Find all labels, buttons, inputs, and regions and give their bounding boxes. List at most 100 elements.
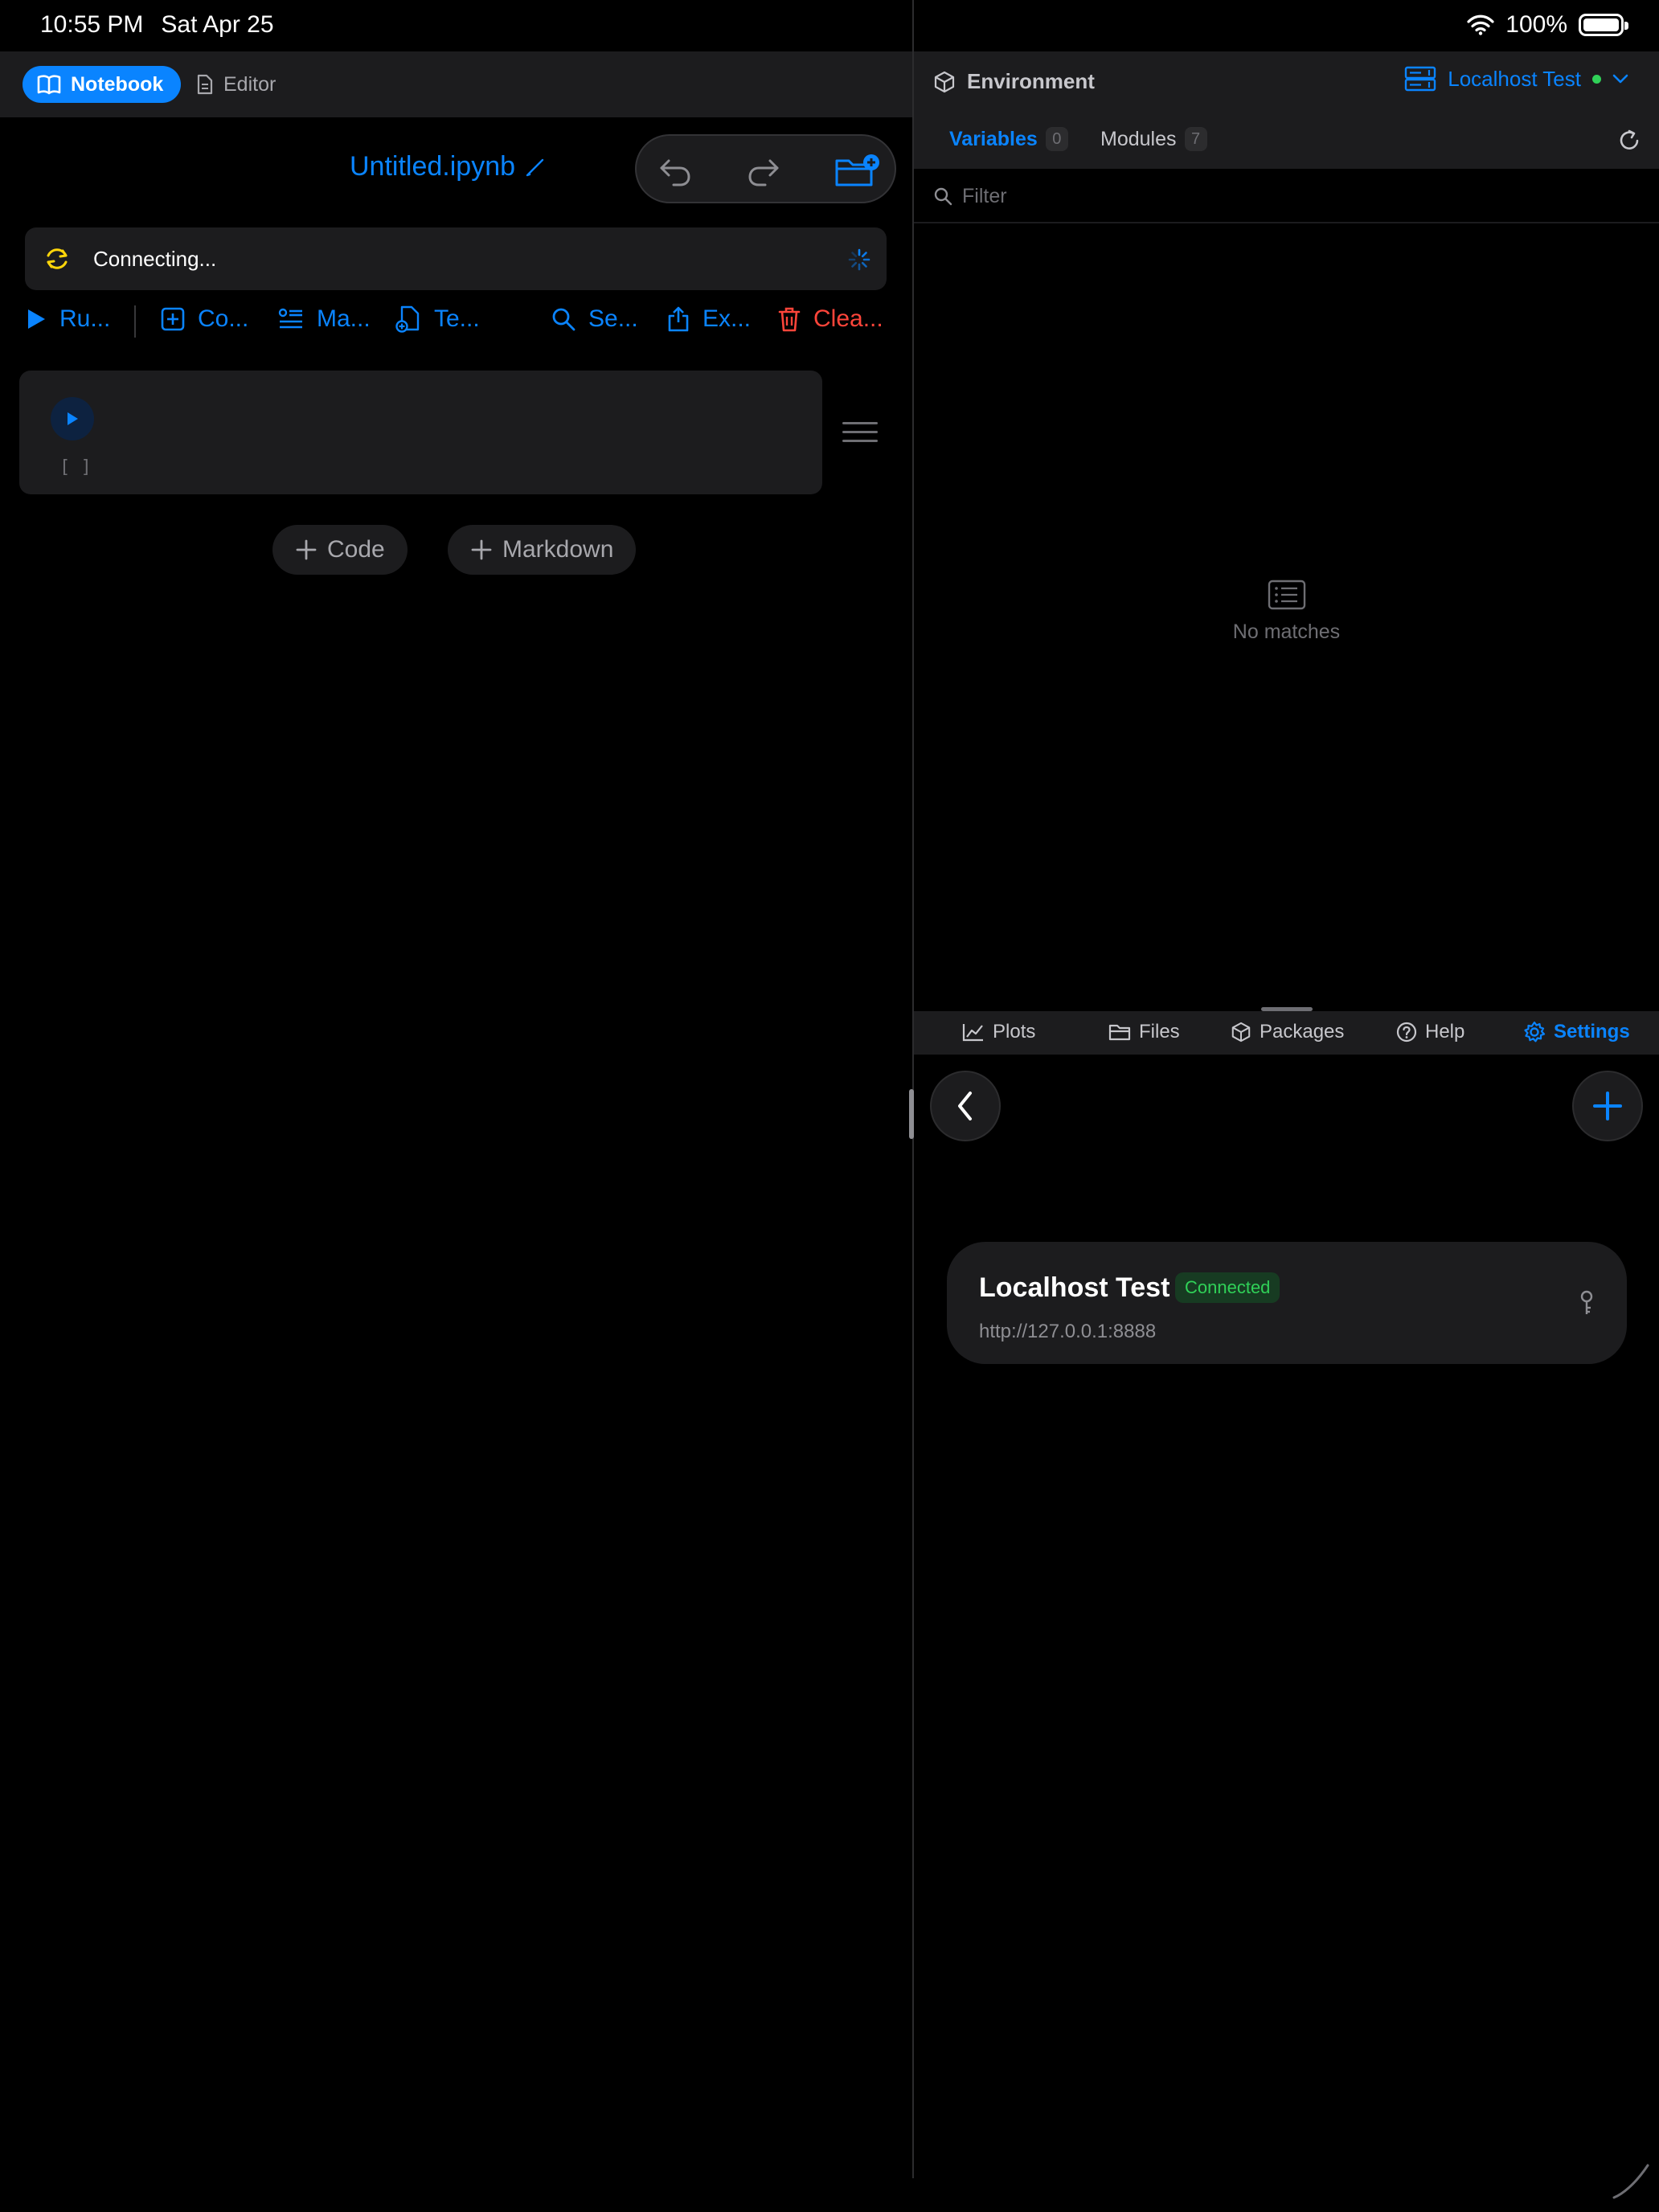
environment-title-text: Environment xyxy=(967,69,1095,93)
sync-icon xyxy=(47,248,68,269)
run-all-label: Ru... xyxy=(59,305,111,332)
add-markdown-cell-button[interactable]: Ma... xyxy=(278,305,371,333)
pencil-scribble-icon xyxy=(1612,2164,1649,2199)
redo-icon[interactable] xyxy=(746,153,781,188)
status-badge: Connected xyxy=(1175,1272,1280,1303)
tab-variables-label: Variables xyxy=(949,127,1038,150)
tab-modules[interactable]: Modules 7 xyxy=(1100,127,1207,151)
battery-percent: 100% xyxy=(1505,11,1567,38)
chevron-down-icon xyxy=(1612,74,1628,84)
search-icon xyxy=(934,187,952,206)
new-folder-icon[interactable] xyxy=(834,153,881,188)
search-label: Se... xyxy=(588,305,638,332)
book-icon xyxy=(37,75,61,95)
server-icon xyxy=(1405,66,1436,92)
cube-icon xyxy=(934,71,955,92)
notebook-mode-button[interactable]: Notebook xyxy=(23,66,182,103)
add-code-button[interactable]: Code xyxy=(272,525,408,575)
document-plus-icon xyxy=(395,305,420,333)
cell-drag-handle[interactable] xyxy=(842,422,878,444)
notebook-pane: Notebook Editor Untitled.ipynb Connectin… xyxy=(0,0,912,2212)
environment-header: Environment Localhost Test xyxy=(914,51,1659,113)
history-toolbar xyxy=(635,134,896,203)
gear-icon xyxy=(1524,1021,1546,1043)
toolbar-divider xyxy=(134,305,136,338)
host-picker[interactable]: Localhost Test xyxy=(1404,66,1628,92)
template-label: Te... xyxy=(434,305,480,332)
add-markdown-label: Markdown xyxy=(502,536,614,563)
modules-count-badge: 7 xyxy=(1184,127,1207,151)
loading-spinner-icon xyxy=(848,248,870,271)
status-date: Sat Apr 25 xyxy=(161,11,274,38)
tab-help[interactable]: Help xyxy=(1396,1021,1464,1043)
tab-variables[interactable]: Variables 0 xyxy=(949,127,1068,151)
empty-state-text: No matches xyxy=(1232,621,1341,643)
notebook-mode-label: Notebook xyxy=(71,72,164,96)
search-icon xyxy=(552,308,576,331)
notebook-actions-bar: Ru... Co... Ma... Te... Se... Ex... Clea… xyxy=(0,299,912,344)
tab-settings[interactable]: Settings xyxy=(1523,1021,1630,1043)
variables-count-badge: 0 xyxy=(1045,127,1068,151)
add-code-cell-label: Co... xyxy=(198,305,249,332)
plus-square-icon xyxy=(161,307,185,331)
notebook-title[interactable]: Untitled.ipynb xyxy=(350,151,546,182)
clear-outputs-label: Clea... xyxy=(813,305,883,332)
folder-icon xyxy=(1108,1024,1131,1041)
tab-files[interactable]: Files xyxy=(1108,1021,1180,1043)
environment-tabs: Variables 0 Modules 7 xyxy=(914,113,1659,169)
tab-files-label: Files xyxy=(1139,1021,1180,1043)
run-cell-button[interactable] xyxy=(51,397,94,440)
add-server-button[interactable] xyxy=(1572,1071,1643,1141)
server-name: Localhost Test xyxy=(979,1272,1170,1303)
run-all-button[interactable]: Ru... xyxy=(26,305,110,333)
clear-outputs-button[interactable]: Clea... xyxy=(778,305,883,333)
server-url: http://127.0.0.1:8888 xyxy=(979,1321,1157,1342)
pencil-icon[interactable] xyxy=(525,157,546,178)
notebook-title-text: Untitled.ipynb xyxy=(350,151,516,182)
tab-settings-label: Settings xyxy=(1554,1021,1630,1043)
plus-icon xyxy=(296,539,317,560)
tab-plots[interactable]: Plots xyxy=(962,1021,1035,1043)
wifi-icon xyxy=(1467,14,1494,35)
play-icon xyxy=(68,412,78,425)
tab-packages-label: Packages xyxy=(1260,1021,1345,1043)
environment-title: Environment xyxy=(933,69,1095,94)
status-indicators: 100% xyxy=(1467,11,1628,39)
status-clock: 10:55 PM Sat Apr 25 xyxy=(40,11,274,39)
play-icon xyxy=(28,309,45,329)
plus-icon xyxy=(1593,1092,1622,1120)
undo-icon[interactable] xyxy=(657,153,693,188)
list-doc-icon xyxy=(1268,580,1305,610)
text-list-icon xyxy=(278,308,302,329)
add-code-label: Code xyxy=(327,536,385,563)
chart-icon xyxy=(962,1024,983,1042)
tab-plots-label: Plots xyxy=(993,1021,1036,1043)
share-icon xyxy=(668,306,689,332)
export-button[interactable]: Ex... xyxy=(667,305,751,333)
trash-icon xyxy=(778,307,801,332)
search-button[interactable]: Se... xyxy=(551,305,638,333)
host-name: Localhost Test xyxy=(1448,66,1581,91)
filter-input[interactable] xyxy=(962,180,1621,212)
add-markdown-cell-label: Ma... xyxy=(317,305,371,332)
document-icon xyxy=(197,74,213,95)
status-bar: 10:55 PM Sat Apr 25 100% xyxy=(0,0,1659,51)
editor-mode-button[interactable]: Editor xyxy=(196,66,276,103)
chevron-left-icon xyxy=(958,1092,972,1120)
code-cell[interactable]: [ ] xyxy=(19,371,822,494)
cube-icon xyxy=(1231,1022,1251,1043)
tab-packages[interactable]: Packages xyxy=(1231,1021,1344,1043)
refresh-icon[interactable] xyxy=(1617,129,1641,153)
back-button[interactable] xyxy=(930,1071,1001,1141)
battery-icon xyxy=(1579,14,1628,36)
template-button[interactable]: Te... xyxy=(395,305,480,333)
tab-help-label: Help xyxy=(1425,1021,1465,1043)
variables-empty-state: No matches xyxy=(914,579,1659,644)
add-markdown-button[interactable]: Markdown xyxy=(448,525,637,575)
key-icon[interactable] xyxy=(1579,1290,1595,1316)
server-card[interactable]: Localhost Test Connected http://127.0.0.… xyxy=(947,1242,1627,1364)
add-code-cell-button[interactable]: Co... xyxy=(161,305,248,333)
host-status-dot xyxy=(1592,74,1601,84)
bottom-panel-tabs: Plots Files Packages Help Settings xyxy=(914,1011,1659,1055)
connection-status-text: Connecting... xyxy=(93,247,217,271)
